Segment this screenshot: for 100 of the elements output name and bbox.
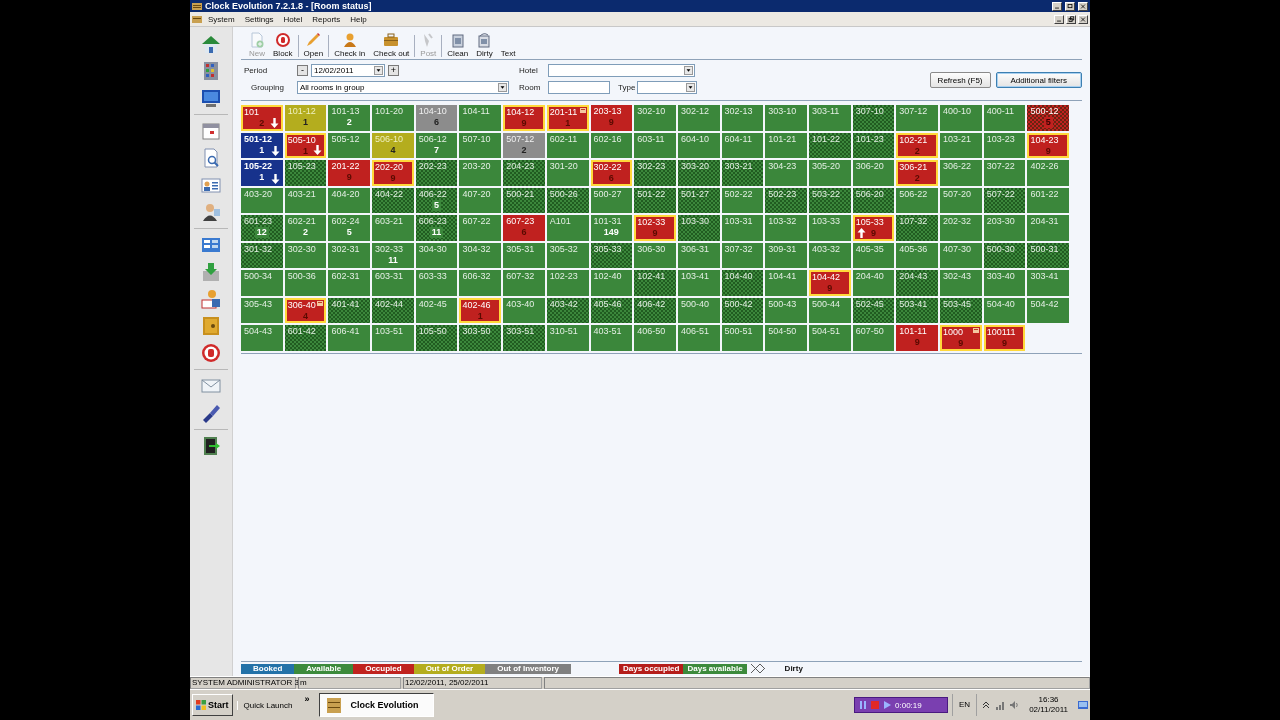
room-tile[interactable]: 503-45	[940, 297, 982, 323]
play-icon[interactable]	[883, 701, 891, 709]
dropdown-arrow-icon[interactable]	[498, 83, 507, 92]
room-tile[interactable]: 500-36	[284, 270, 327, 296]
room-tile[interactable]: 204-31	[1027, 215, 1070, 241]
room-tile[interactable]: 102-21 2	[896, 132, 938, 158]
room-tile[interactable]: 202-32	[940, 215, 982, 241]
desktop-icon[interactable]	[1078, 700, 1088, 710]
room-tile[interactable]: 507-12 2	[503, 132, 545, 158]
room-tile[interactable]: 500-30	[983, 242, 1026, 268]
room-tile[interactable]: 504-43	[241, 325, 283, 351]
room-tile[interactable]: 310-51	[546, 325, 589, 351]
room-tile[interactable]: 104-41	[765, 270, 807, 296]
room-tile[interactable]: 604-10	[677, 132, 720, 158]
room-tile[interactable]: 500-31	[1027, 242, 1070, 268]
start-button[interactable]: Start	[192, 694, 233, 716]
room-tile[interactable]: 602-16	[590, 132, 633, 158]
room-tile[interactable]: 306-40 4	[284, 297, 327, 323]
room-tile[interactable]: 501-12 1	[241, 132, 283, 158]
room-tile[interactable]: 102-40	[590, 270, 633, 296]
room-tile[interactable]: 506-20	[852, 187, 895, 213]
dropdown-arrow-icon[interactable]	[686, 83, 695, 92]
room-tile[interactable]: 104-11	[459, 105, 502, 131]
room-tile[interactable]: 500-42	[721, 297, 764, 323]
menu-item[interactable]: Help	[346, 14, 371, 24]
recorder-widget[interactable]: 0:00:19	[854, 697, 948, 713]
room-tile[interactable]: 403-51	[590, 325, 633, 351]
room-tile[interactable]: 103-21	[940, 132, 982, 158]
room-tile[interactable]: 305-43	[241, 297, 283, 323]
room-tile[interactable]: 500-27	[590, 187, 633, 213]
increment-button[interactable]: +	[388, 65, 399, 76]
menu-item[interactable]: System	[204, 14, 239, 24]
room-tile[interactable]: 105-50	[415, 325, 458, 351]
toolbar-button[interactable]: Open	[299, 32, 328, 59]
menu-item[interactable]: Settings	[240, 14, 278, 24]
room-tile[interactable]: 303-20	[677, 160, 720, 186]
room-tile[interactable]: 203-30	[983, 215, 1026, 241]
decrement-button[interactable]: -	[297, 65, 308, 76]
room-tile[interactable]: 303-50	[459, 325, 502, 351]
room-tile[interactable]: 305-31	[503, 242, 545, 268]
room-tile[interactable]: 500-34	[241, 270, 283, 296]
room-tile[interactable]: 500-51	[721, 325, 764, 351]
room-tile[interactable]: 403-20	[241, 187, 283, 213]
room-tile[interactable]: 501-27	[677, 187, 720, 213]
room-tile[interactable]: 1000 9	[940, 325, 982, 351]
room-tile[interactable]: 400-10	[940, 105, 982, 131]
monitor-icon[interactable]	[200, 87, 222, 109]
room-tile[interactable]: 303-40	[983, 270, 1026, 296]
room-tile[interactable]: 302-33 11	[372, 242, 414, 268]
room-tile[interactable]: 601-22	[1027, 187, 1070, 213]
room-tile[interactable]: 304-23	[765, 160, 807, 186]
room-tile[interactable]: 405-35	[852, 242, 895, 268]
room-tile[interactable]: 402-45	[415, 297, 458, 323]
room-tile[interactable]: 601-42	[284, 325, 327, 351]
room-tile[interactable]: 104-12 9	[503, 105, 545, 131]
room-tile[interactable]: 502-22	[721, 187, 764, 213]
room-tile[interactable]: 303-41	[1027, 270, 1070, 296]
dropdown-arrow-icon[interactable]	[684, 66, 693, 75]
room-tile[interactable]: 603-21	[372, 215, 414, 241]
room-tile[interactable]: 606-41	[328, 325, 371, 351]
room-tile[interactable]: 100111 9	[983, 325, 1026, 351]
dropdown-arrow-icon[interactable]	[374, 66, 383, 75]
taskbar-button[interactable]: Clock Evolution	[319, 693, 435, 717]
chevron-button[interactable]: »	[304, 694, 310, 704]
room-tile[interactable]: 103-32	[765, 215, 807, 241]
room-tile[interactable]: 501-22	[634, 187, 676, 213]
room-tile[interactable]: 604-11	[721, 132, 764, 158]
room-tile[interactable]: 606-23 11	[415, 215, 458, 241]
room-tile[interactable]: 500-40	[677, 297, 720, 323]
maximize-icon[interactable]	[1065, 1, 1075, 11]
person-icon[interactable]	[200, 201, 222, 223]
room-tile[interactable]: 101-23	[852, 132, 895, 158]
room-tile[interactable]: 406-50	[634, 325, 676, 351]
room-tile[interactable]: 101-11 9	[896, 325, 938, 351]
room-tile[interactable]: 607-50	[852, 325, 895, 351]
room-tile[interactable]: 203-20	[459, 160, 502, 186]
room-tile[interactable]: 102-23	[546, 270, 589, 296]
pause-icon[interactable]	[859, 701, 867, 709]
room-tile[interactable]: 102-41	[634, 270, 676, 296]
room-tile[interactable]: 204-40	[852, 270, 895, 296]
room-tile[interactable]: 507-10	[459, 132, 502, 158]
room-tile[interactable]: 305-20	[808, 160, 851, 186]
room-tile[interactable]: 104-10 6	[415, 105, 458, 131]
room-tile[interactable]: 302-31	[328, 242, 371, 268]
room-tile[interactable]: 202-23	[415, 160, 458, 186]
room-tile[interactable]: 103-33	[808, 215, 851, 241]
room-tile[interactable]: 500-44	[808, 297, 851, 323]
room-tile[interactable]: 101-20	[372, 105, 414, 131]
room-tile[interactable]: 500-21	[503, 187, 545, 213]
room-tile[interactable]: 104-23 9	[1027, 132, 1070, 158]
filter-button[interactable]: Additional filters	[995, 72, 1082, 88]
room-tile[interactable]: 602-11	[546, 132, 589, 158]
safe-icon[interactable]	[200, 315, 222, 337]
room-tile[interactable]: 107-32	[896, 215, 938, 241]
room-tile[interactable]: 204-43	[896, 270, 938, 296]
room-tile[interactable]: 302-43	[940, 270, 982, 296]
room-tile[interactable]: 103-51	[372, 325, 414, 351]
room-tile[interactable]: 103-30	[677, 215, 720, 241]
room-tile[interactable]: 403-21	[284, 187, 327, 213]
room-tile[interactable]: 502-23	[765, 187, 807, 213]
